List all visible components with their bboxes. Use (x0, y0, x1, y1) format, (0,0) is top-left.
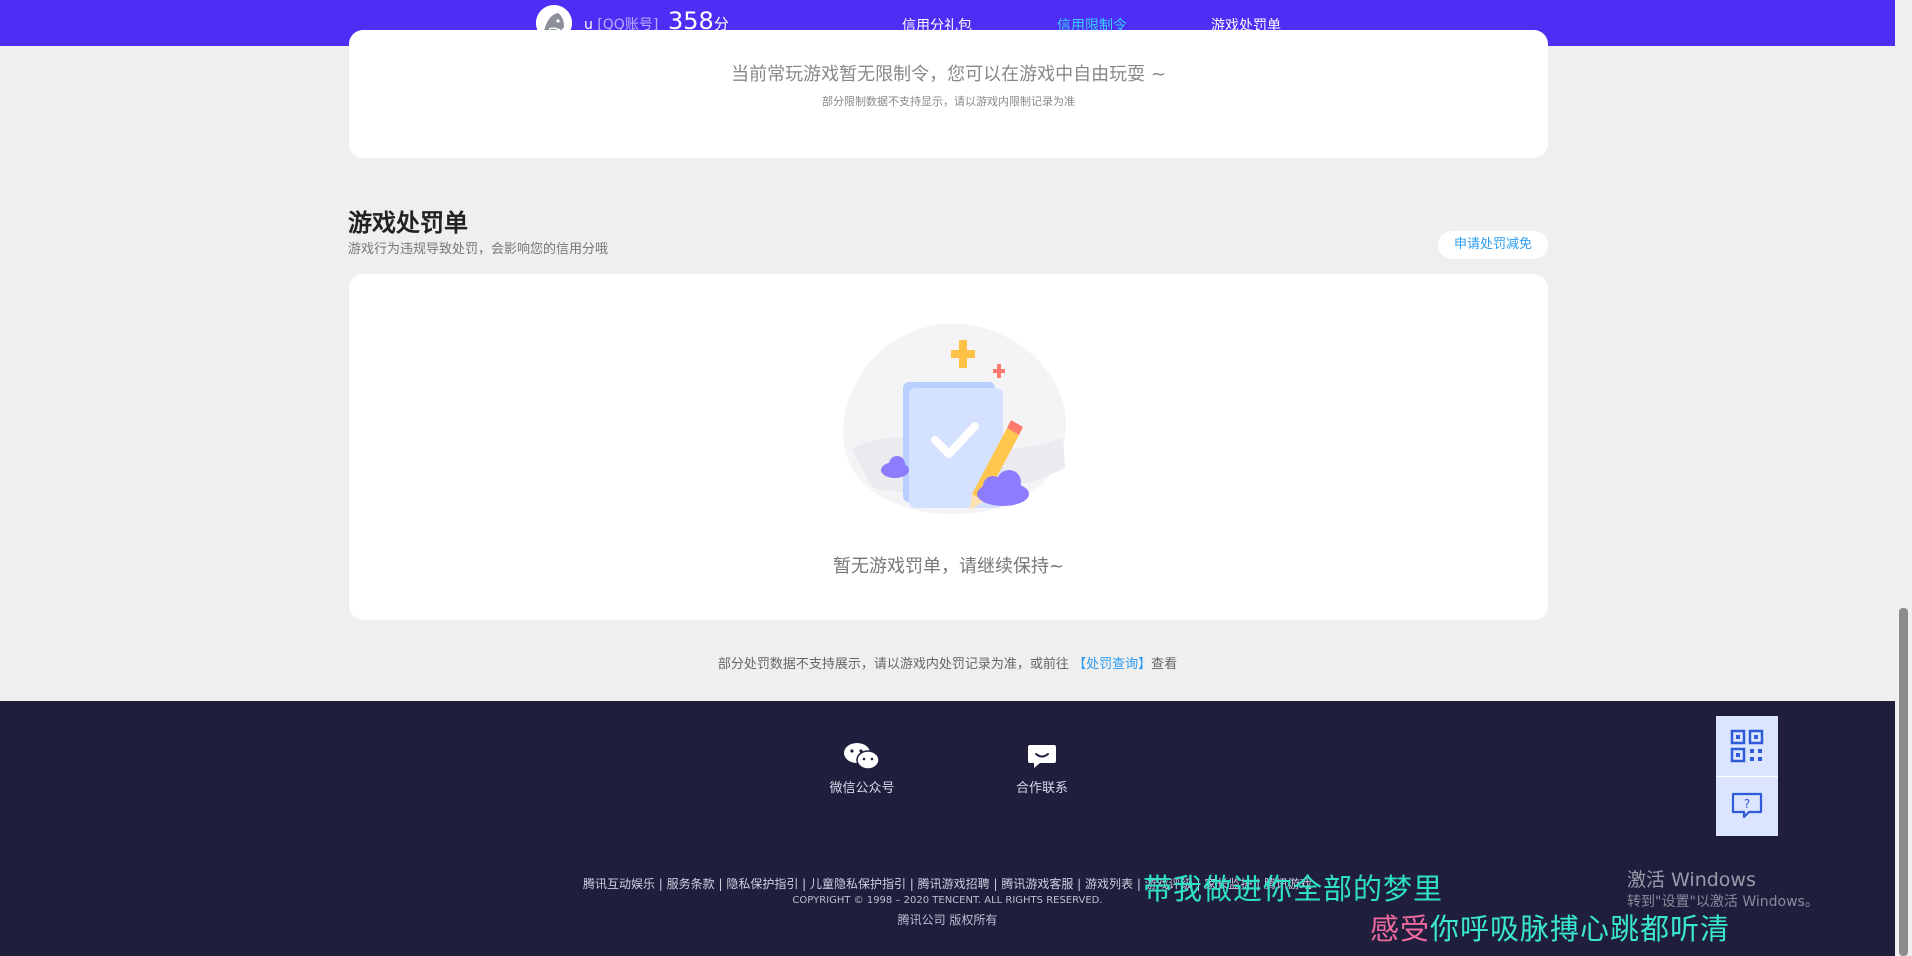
desktop-lyric-line-1: 带我做进你全部的梦里 (1143, 872, 1444, 906)
feedback-button[interactable]: ? (1716, 776, 1778, 836)
wechat-official-account[interactable]: 微信公众号 (807, 741, 917, 796)
chat-bubble-icon (1028, 745, 1056, 768)
wechat-icon (844, 743, 880, 770)
restriction-card: 当前常玩游戏暂无限制令，您可以在游戏中自由玩耍 ~ 部分限制数据不支持显示，请以… (349, 30, 1548, 158)
svg-text:?: ? (1744, 797, 1750, 811)
wechat-label: 微信公众号 (829, 781, 895, 796)
note-suffix: 查看 (1151, 657, 1178, 672)
desktop-lyric-line-2: 感受你呼吸脉搏心跳都听清 (1370, 906, 1730, 948)
footer-links[interactable]: 腾讯互动娱乐 | 服务条款 | 隐私保护指引 | 儿童隐私保护指引 | 腾讯游戏… (0, 875, 1895, 892)
note-text: 部分处罚数据不支持展示，请以游戏内处罚记录为准，或前往 (717, 657, 1069, 672)
apply-penalty-reduction-button[interactable]: 申请处罚减免 (1438, 231, 1548, 259)
copyright-text: COPYRIGHT © 1998 – 2020 TENCENT. ALL RIG… (792, 895, 1103, 906)
feedback-icon: ? (1731, 792, 1763, 819)
vertical-scrollbar-thumb[interactable] (1899, 608, 1908, 956)
penalty-data-note: 部分处罚数据不支持展示，请以游戏内处罚记录为准，或前往 【处罚查询】查看 (0, 653, 1895, 672)
windows-activation-title: 激活 Windows (1627, 869, 1756, 891)
qr-code-button[interactable] (1716, 716, 1778, 776)
empty-state-illustration (842, 323, 1067, 515)
lyric-highlighted-part: 感受 (1370, 912, 1431, 946)
restriction-message: 当前常玩游戏暂无限制令，您可以在游戏中自由玩耍 ~ (731, 64, 1166, 85)
penalty-query-link[interactable]: 【处罚查询】 (1073, 657, 1151, 672)
qr-code-icon (1730, 729, 1764, 763)
contact-label: 合作联系 (1015, 781, 1068, 796)
lyric-rest-part: 你呼吸脉搏心跳都听清 (1430, 912, 1731, 946)
penalty-section-title: 游戏处罚单 (348, 209, 468, 237)
empty-penalty-message: 暂无游戏罚单，请继续保持~ (832, 556, 1065, 577)
penalty-section-description: 游戏行为违规导致处罚，会影响您的信用分哦 (348, 242, 609, 257)
floating-side-tools: ? (1716, 716, 1778, 836)
cooperation-contact[interactable]: 合作联系 (987, 741, 1097, 796)
restriction-note: 部分限制数据不支持显示，请以游戏内限制记录为准 (822, 95, 1075, 108)
